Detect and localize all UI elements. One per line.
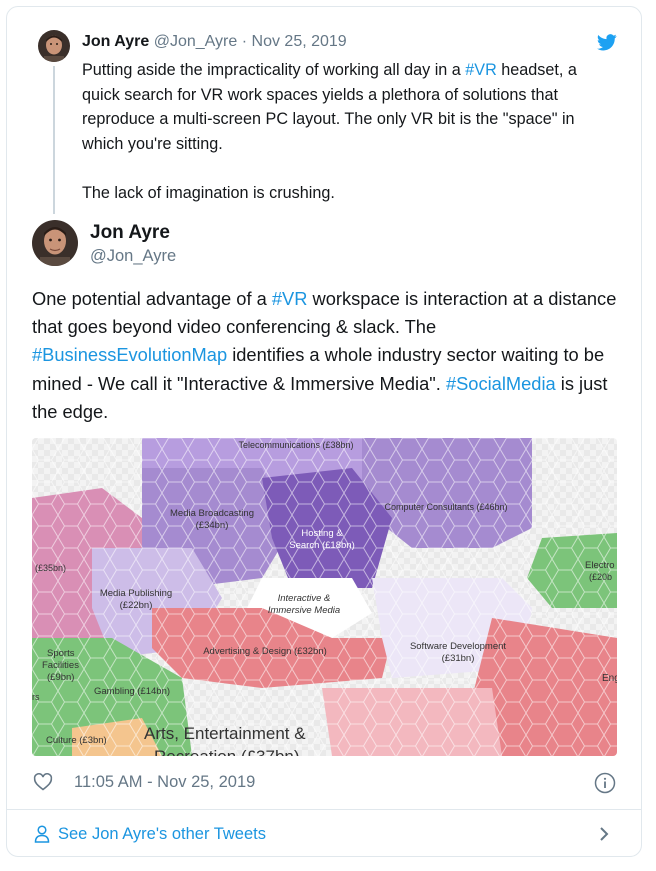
business-evolution-map: Telecommunications (£38bn) Computer Cons… [32,438,617,756]
map-label-software-1: Software Development [410,641,506,652]
map-label-sports-2: Facilities [42,660,79,671]
map-label-eng: Eng [602,673,617,684]
quoted-tweet-text: Putting aside the impracticality of work… [82,58,617,205]
map-label-gambling: Gambling (£14bn) [94,686,170,697]
quoted-paragraph-1: Putting aside the impracticality of work… [82,58,617,156]
hashtag-socialmedia-link[interactable]: #SocialMedia [446,373,556,394]
map-label-sports-1: Sports [47,648,75,659]
map-label-arts-2: Recreation (£37bn) [154,747,300,756]
quoted-author-handle[interactable]: @Jon_Ayre [154,33,238,50]
map-label-computer-consultants: Computer Consultants (£46bn) [384,502,507,512]
tweet-text: One potential advantage of a #VR workspa… [32,285,632,426]
map-label-software-2: (£31bn) [442,653,475,664]
tweet-timestamp[interactable]: 11:05 AM - Nov 25, 2019 [74,770,255,794]
author-avatar[interactable] [32,220,78,266]
quoted-paragraph-2: The lack of imagination is crushing. [82,183,335,202]
thread-line [53,66,55,214]
quoted-avatar[interactable] [38,30,70,62]
tweet-text-part-1: One potential advantage of a [32,288,272,309]
map-label-electro-1: Electro [585,560,615,571]
quoted-author-name[interactable]: Jon Ayre [82,33,149,50]
map-label-sports-3: (£9bn) [47,672,74,683]
hashtag-vr-link[interactable]: #VR [465,61,497,79]
map-label-interactive-2: Immersive Media [268,605,340,616]
map-label-interactive-1: Interactive & [278,593,331,604]
quoted-text-part-1: Putting aside the impracticality of work… [82,61,466,79]
map-label-advertising: Advertising & Design (£32bn) [203,646,327,657]
info-icon[interactable] [594,772,616,794]
map-label-media-publishing-2: (£22bn) [120,600,153,611]
map-label-hosting-2: Search (£18bn) [289,540,354,551]
author-handle[interactable]: @Jon_Ayre [90,245,176,267]
twitter-bird-icon[interactable] [597,34,617,51]
author-name[interactable]: Jon Ayre [90,221,170,245]
chevron-right-icon[interactable] [598,826,610,842]
map-label-hosting-1: Hosting & [301,528,343,539]
map-label-media-publishing-1: Media Publishing [100,588,172,599]
map-label-culture: Culture (£3bn) [46,735,107,746]
map-label-media-broadcasting-1: Media Broadcasting [170,508,254,519]
map-label-electro-2: (£20b [589,572,612,582]
heart-icon[interactable] [33,772,53,792]
quoted-separator: · [241,33,248,50]
map-label-telecom: Telecommunications (£38bn) [238,440,353,450]
map-label-media-broadcasting-2: (£34bn) [196,520,229,531]
map-label-rs: rs [32,692,40,702]
map-label-left-value: (£35bn) [35,563,66,573]
quoted-header: Jon Ayre @Jon_Ayre · Nov 25, 2019 [82,32,347,52]
map-label-arts-1: Arts, Entertainment & [144,724,306,743]
tweet-media-image[interactable]: Telecommunications (£38bn) Computer Cons… [32,438,617,756]
hashtag-vr-link[interactable]: #VR [272,288,308,309]
hashtag-businessevolutionmap-link[interactable]: #BusinessEvolutionMap [32,344,227,365]
quoted-date[interactable]: Nov 25, 2019 [252,33,347,50]
person-icon [34,825,50,843]
see-more-tweets-link[interactable]: See Jon Ayre's other Tweets [58,823,266,845]
